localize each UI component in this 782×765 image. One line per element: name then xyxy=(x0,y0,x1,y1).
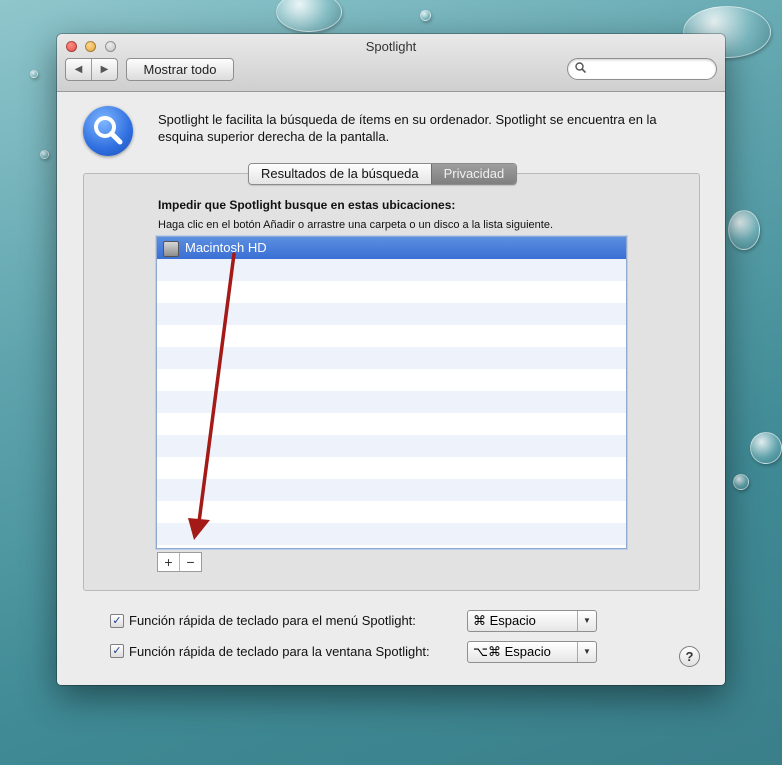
tab-search-results[interactable]: Resultados de la búsqueda xyxy=(249,164,431,184)
window-shortcut-checkbox[interactable]: ✓ xyxy=(110,644,124,658)
tab-bar: Resultados de la búsqueda Privacidad xyxy=(248,163,518,185)
search-field[interactable] xyxy=(567,58,717,80)
list-item-label: Macintosh HD xyxy=(185,240,267,255)
menu-shortcut-label: Función rápida de teclado para el menú S… xyxy=(129,613,416,628)
wallpaper-drop xyxy=(40,150,49,159)
wallpaper-drop xyxy=(420,10,431,21)
privacy-heading: Impedir que Spotlight busque en estas ub… xyxy=(158,198,456,212)
spotlight-logo-icon xyxy=(83,106,133,156)
menu-shortcut-popup[interactable]: ⌘ Espacio ▼ xyxy=(467,610,597,632)
wallpaper-drop xyxy=(30,70,38,78)
chevron-down-icon: ▼ xyxy=(577,611,596,631)
wallpaper-drop xyxy=(733,474,749,490)
wallpaper-drop xyxy=(750,432,782,464)
wallpaper-drop xyxy=(728,210,760,250)
search-icon xyxy=(575,62,587,76)
description-text: Spotlight le facilita la búsqueda de íte… xyxy=(158,112,657,144)
chevron-down-icon: ▼ xyxy=(577,642,596,662)
menu-shortcut-checkbox[interactable]: ✓ xyxy=(110,614,124,628)
excluded-locations-list[interactable]: Macintosh HD xyxy=(156,236,627,549)
window-title: Spotlight xyxy=(365,39,417,54)
add-remove-buttons: + − xyxy=(157,552,202,572)
menu-shortcut-value: ⌘ Espacio xyxy=(473,613,536,628)
tab-privacy[interactable]: Privacidad xyxy=(430,164,517,184)
list-item[interactable]: Macintosh HD xyxy=(157,237,626,259)
titlebar: Spotlight ◀ ▶ Mostrar todo xyxy=(57,34,725,92)
privacy-instructions: Haga clic en el botón Añadir o arrastre … xyxy=(158,219,554,231)
spotlight-preferences-window: Spotlight ◀ ▶ Mostrar todo Spotlight le … xyxy=(57,34,725,685)
help-button[interactable]: ? xyxy=(679,646,700,667)
remove-button[interactable]: − xyxy=(180,553,201,571)
show-all-button[interactable]: Mostrar todo xyxy=(126,58,234,81)
forward-button[interactable]: ▶ xyxy=(92,59,117,80)
window-shortcut-value: ⌥⌘ Espacio xyxy=(473,644,551,659)
back-button[interactable]: ◀ xyxy=(66,59,92,80)
add-button[interactable]: + xyxy=(158,553,180,571)
wallpaper-drop xyxy=(276,0,342,32)
navigation-buttons: ◀ ▶ xyxy=(65,58,118,81)
window-shortcut-popup[interactable]: ⌥⌘ Espacio ▼ xyxy=(467,641,597,663)
hard-disk-icon xyxy=(163,241,179,257)
window-shortcut-label: Función rápida de teclado para la ventan… xyxy=(129,644,430,659)
